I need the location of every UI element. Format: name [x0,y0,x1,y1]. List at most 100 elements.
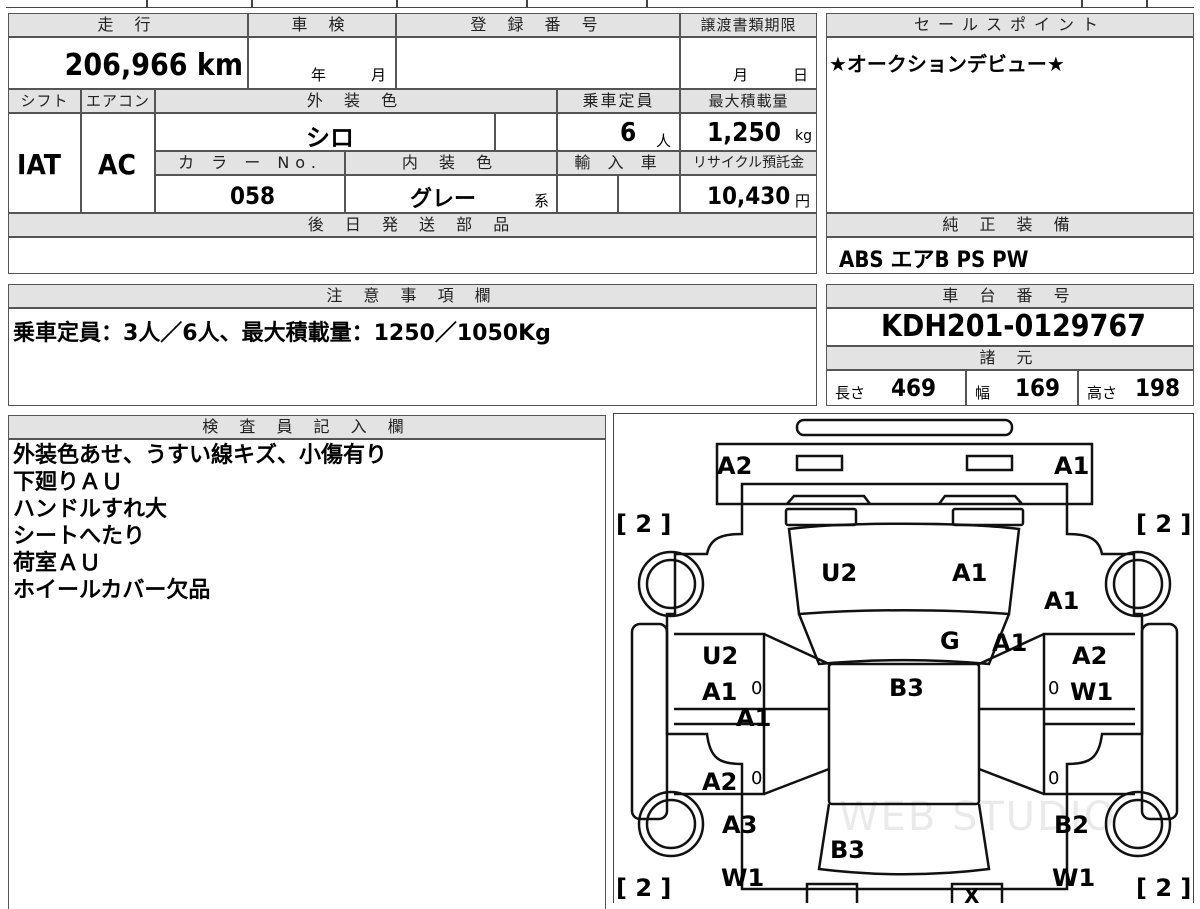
inspector-note: ハンドルすれ大 [13,497,168,522]
mark-left-rear-door: A2 [702,768,738,796]
mileage-value: 206,966 km [64,48,243,83]
sales-point-header: セールスポイント [826,13,1194,37]
mark-left-rear-wheel: W1 [721,864,765,892]
mark-roof: B3 [889,674,924,702]
interior-color-header: 内 装 色 [345,151,557,175]
color-no-header: カ ラ ー No. [155,151,345,175]
mark-windshield-left: U2 [821,559,858,587]
zero-mark: 0 [751,678,763,699]
mark-right-quarter: B2 [1054,811,1089,839]
deadline-cell: 月 日 [680,37,817,89]
max-load-cell: 1,250 kg [680,113,817,151]
genuine-equipment-header: 純 正 装 備 [826,213,1194,237]
shaken-cell: 年 月 [248,37,396,89]
vehicle-diagram: WEB STUDIO [ 2 ] [ 2 ] [ 2 ] [ 2 ] A2 A1… [613,413,1194,903]
shaken-header: 車 検 [248,13,396,37]
recycle-header: リサイクル預託金 [680,151,817,175]
spec-length-label: 長さ [835,384,866,402]
spec-width-value: 169 [1015,374,1061,402]
exterior-color-value: シロ [306,124,354,152]
max-load-unit: kg [795,128,812,144]
inspector-cell: 外装色あせ、うすい線キズ、小傷有り 下廻りＡＵ ハンドルすれ大 シートへたり 荷… [8,439,606,909]
sales-point-value: ★オークションデビュー★ [829,52,1065,76]
inspector-note: シートへたり [13,524,146,549]
chassis-number-value: KDH201-0129767 [881,309,1146,344]
aircon-header: エアコン [81,89,155,113]
import-header: 輸 入 車 [557,151,680,175]
shift-value: IAT [17,148,61,181]
capacity-value: 6 [620,118,637,148]
recycle-cell: 10,430 円 [680,175,817,213]
spec-width-label: 幅 [975,384,991,402]
shift-cell: IAT [8,113,81,213]
mark-rear-x: X [964,884,980,903]
import-cell-1 [557,175,618,213]
interior-color-suffix: 系 [534,192,550,210]
spec-height-cell: 高さ 198 [1078,370,1194,406]
top-cropped-row [6,0,1194,8]
spec-width-cell: 幅 169 [966,370,1078,406]
mark-left-front-door-3: A1 [736,704,772,732]
spec-length-cell: 長さ 469 [826,370,966,406]
mileage-cell: 206,966 km [8,37,248,89]
aircon-value: AC [98,148,136,181]
exterior-color-cell: シロ [155,113,495,152]
notes-header: 注 意 事 項 欄 [8,284,817,308]
bracket-top-right: [ 2 ] [1136,510,1192,538]
mark-hood-g: G [940,627,960,655]
aircon-cell: AC [81,113,155,213]
deadline-day: 日 [793,66,809,84]
mark-hood-a1: A1 [992,629,1028,657]
color-no-cell: 058 [155,175,345,213]
max-load-header: 最大積載量 [680,89,817,113]
inspector-note: ホイールカバー欠品 [13,578,211,603]
capacity-unit: 人 [656,132,672,150]
specs-header: 諸 元 [826,346,1194,370]
mark-left-quarter: A3 [722,811,758,839]
transfer-deadline-header: 譲渡書類期限 [680,13,817,37]
mark-left-front-door-1: U2 [702,642,739,670]
mark-right-front-door-2: W1 [1070,678,1114,706]
import-cell-2 [618,175,680,213]
mark-rear-glass: B3 [830,836,865,864]
genuine-equipment-cell: ABS エアB PS PW [826,237,1194,274]
max-load-value: 1,250 [707,118,781,148]
inspector-header: 検 査 員 記 入 欄 [8,415,606,439]
mileage-header: 走 行 [8,13,248,37]
later-parts-header: 後 日 発 送 部 品 [8,213,817,237]
mark-front-left: A2 [717,452,753,480]
bracket-bottom-left: [ 2 ] [616,874,672,902]
recycle-value: 10,430 [707,182,791,210]
mark-windshield-right: A1 [952,559,988,587]
chassis-number-header: 車 台 番 号 [826,284,1194,308]
mark-left-front-door-2: A1 [702,678,738,706]
sales-point-cell: ★オークションデビュー★ [826,37,1194,213]
exterior-color-header: 外 装 色 [155,89,557,113]
notes-value: 乗車定員：3人／6人、最大積載量：1250／1050Kg [13,321,551,346]
inspector-note: 荷室ＡＵ [13,551,102,576]
notes-cell: 乗車定員：3人／6人、最大積載量：1250／1050Kg [8,308,817,406]
recycle-unit: 円 [795,192,811,210]
shaken-year: 年 [311,66,327,84]
color-no-value: 058 [230,182,276,210]
spec-height-label: 高さ [1087,384,1118,402]
reg-number-cell [396,37,680,89]
inspector-note: 外装色あせ、うすい線キズ、小傷有り [13,443,388,468]
chassis-number-cell: KDH201-0129767 [826,308,1194,346]
zero-mark: 0 [751,768,763,789]
interior-color-cell: グレー 系 [345,175,557,213]
exterior-color-extra [495,113,557,151]
later-parts-cell [8,237,817,274]
mark-front-right: A1 [1054,452,1090,480]
reg-number-header: 登 録 番 号 [396,13,680,37]
capacity-header: 乗車定員 [557,89,680,113]
mark-fender-right: A1 [1044,587,1080,615]
deadline-month: 月 [733,66,749,84]
shift-header: シフト [8,89,81,113]
interior-color-value: グレー [410,187,477,212]
capacity-cell: 6 人 [557,113,680,151]
mark-right-front-door-1: A2 [1072,642,1108,670]
mark-right-rear-wheel: W1 [1052,864,1096,892]
spec-length-value: 469 [891,374,937,402]
zero-mark: 0 [1048,768,1060,789]
